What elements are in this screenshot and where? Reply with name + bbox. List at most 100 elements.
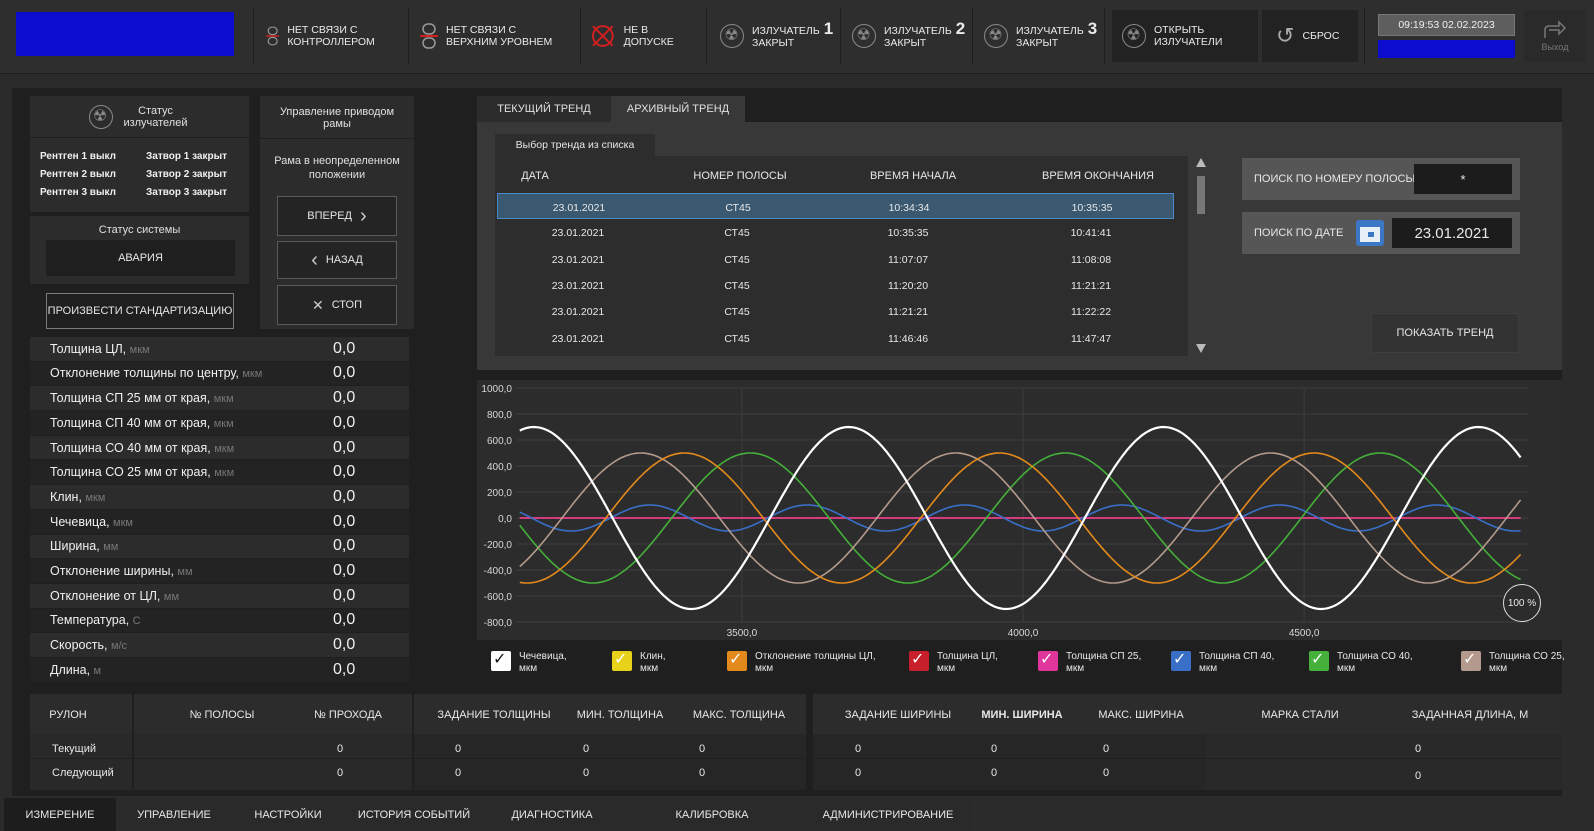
calendar-icon[interactable] bbox=[1356, 220, 1384, 246]
legend-item[interactable]: Толщина ЦЛ,мкм bbox=[909, 650, 998, 675]
col-coil-header: Рулон bbox=[49, 709, 87, 721]
tab-current-trend[interactable]: Текущий тренд bbox=[477, 96, 611, 122]
legend-checkbox[interactable] bbox=[909, 650, 929, 671]
legend-item[interactable]: Толщина СО 25,мкм bbox=[1461, 650, 1565, 675]
trend-table-row[interactable]: 23.01.2021 СТ45 11:07:07 11:08:08 bbox=[497, 246, 1174, 272]
measurement-label: Отклонение толщины по центру, мкм bbox=[50, 366, 263, 381]
trend-table-row[interactable]: 23.01.2021 СТ45 10:35:35 10:41:41 bbox=[497, 219, 1174, 245]
legend-checkbox[interactable] bbox=[612, 650, 632, 671]
coil-cell-w_set: 0 bbox=[854, 743, 862, 755]
system-status-panel: Статус системы АВАРИЯ bbox=[30, 216, 249, 284]
measurement-label: Температура, С bbox=[50, 613, 141, 628]
search-by-date-label: Поиск по дате bbox=[1254, 227, 1344, 239]
emitter-state: закрыт bbox=[752, 37, 795, 49]
forward-button[interactable]: Вперед › bbox=[277, 196, 397, 236]
measurement-label: Толщина ЦЛ, мкм bbox=[50, 341, 150, 356]
bottom-tab[interactable]: Диагностика bbox=[484, 798, 620, 831]
bottom-tab[interactable]: Настройки bbox=[232, 798, 344, 831]
not-admitted-indicator: Не в допуске bbox=[590, 10, 700, 62]
scrollbar-thumb[interactable] bbox=[1197, 176, 1205, 214]
legend-item[interactable]: Толщина СП 40,мкм bbox=[1171, 650, 1274, 675]
trend-table-row[interactable]: 23.01.2021 СТ45 11:46:46 11:47:47 bbox=[497, 325, 1174, 351]
standardize-button[interactable]: Произвести стандартизацию bbox=[46, 293, 234, 329]
trend-table-row[interactable]: 23.01.2021 СТ45 11:21:21 11:22:22 bbox=[497, 298, 1174, 324]
measurement-value: 0,0 bbox=[333, 364, 356, 382]
tab-label: Текущий тренд bbox=[497, 103, 591, 115]
bottom-tab-label: Измерение bbox=[25, 808, 95, 821]
bottom-tab[interactable]: Калибровка bbox=[622, 798, 802, 831]
measurement-unit: мм bbox=[103, 541, 119, 554]
bottom-tab[interactable]: Измерение bbox=[4, 798, 116, 831]
bottom-tab[interactable]: Управление bbox=[118, 798, 230, 831]
bottom-tab[interactable]: История событий bbox=[346, 798, 482, 831]
table-scrollbar[interactable] bbox=[1194, 156, 1208, 356]
measurement-row: Ширина, мм 0,0 bbox=[30, 534, 409, 559]
back-button[interactable]: ‹ Назад bbox=[277, 241, 397, 279]
legend-checkbox[interactable] bbox=[727, 650, 747, 671]
zoom-text: 100 % bbox=[1507, 597, 1537, 609]
coil-cell-len: 0 bbox=[1414, 770, 1422, 782]
open-emitters-button[interactable]: Открыть излучатели bbox=[1112, 10, 1258, 62]
measurement-label: Толщина СО 40 мм от края, мкм bbox=[50, 440, 235, 455]
trend-chart[interactable]: 1000,0 800,0 600,0 400,0 200,0 0,0 -200,0 -400,… bbox=[477, 380, 1562, 640]
legend-checkbox[interactable] bbox=[1171, 650, 1191, 671]
legend-unit: мкм bbox=[1489, 663, 1508, 674]
xray-status: Рентген 3 выкл bbox=[40, 187, 116, 198]
measurement-label: Длина, м bbox=[50, 662, 102, 677]
measurement-unit: мкм bbox=[213, 417, 234, 430]
tab-archive-trend[interactable]: Архивный тренд bbox=[611, 96, 745, 122]
bottom-tab-label: Калибровка bbox=[675, 808, 749, 821]
zoom-indicator[interactable]: 100 % bbox=[1503, 584, 1541, 622]
measurement-unit: м bbox=[93, 664, 102, 677]
row-end: 10:41:41 bbox=[1070, 227, 1112, 240]
scroll-up-arrow-icon[interactable] bbox=[1196, 158, 1206, 167]
trend-table-row[interactable]: 23.01.2021 СТ45 11:20:20 11:21:21 bbox=[497, 272, 1174, 298]
legend-item[interactable]: Толщина СП 25,мкм bbox=[1038, 650, 1141, 675]
measurement-label: Ширина, мм bbox=[50, 539, 119, 554]
y-tick-label: 400,0 bbox=[487, 462, 512, 473]
legend-checkbox[interactable] bbox=[1461, 650, 1481, 671]
emitter-status-row: Рентген 2 выкл Затвор 2 закрыт bbox=[40, 166, 227, 184]
row-end: 11:47:47 bbox=[1070, 332, 1112, 345]
y-tick-label: 600,0 bbox=[487, 436, 512, 447]
reset-button[interactable]: ↺ Сброс bbox=[1262, 10, 1358, 62]
legend-item[interactable]: Толщина СО 40,мкм bbox=[1309, 650, 1413, 675]
radiation-icon bbox=[984, 24, 1008, 48]
bottom-tab-label: Администрирование bbox=[822, 808, 954, 821]
datetime-text: 09:19:53 02.02.2023 bbox=[1398, 19, 1495, 31]
row-date: 23.01.2021 bbox=[551, 279, 605, 292]
row-date: 23.01.2021 bbox=[551, 253, 605, 266]
no-admission-icon bbox=[591, 25, 614, 47]
legend-item[interactable]: Отклонение толщины ЦЛ,мкм bbox=[727, 650, 876, 675]
stop-button[interactable]: ✕ Стоп bbox=[277, 285, 397, 325]
exit-button[interactable]: Выход bbox=[1524, 10, 1586, 62]
legend-checkbox[interactable] bbox=[1038, 650, 1058, 671]
col-thk-min-header: Мин. толщина bbox=[576, 709, 664, 721]
coil-cell-pass: 0 bbox=[336, 767, 344, 779]
bottom-tab[interactable]: Администрирование bbox=[804, 798, 972, 831]
measurement-value: 0,0 bbox=[333, 463, 356, 481]
legend-checkbox[interactable] bbox=[1309, 650, 1329, 671]
top-toolbar: Нет связи с контроллером Нет связи с вер… bbox=[0, 0, 1594, 74]
scroll-down-arrow-icon[interactable] bbox=[1196, 344, 1206, 353]
measurement-value: 0,0 bbox=[333, 562, 356, 580]
search-strip-input[interactable]: * bbox=[1414, 164, 1512, 194]
coil-cell-thk_set: 0 bbox=[454, 743, 462, 755]
row-date: 23.01.2021 bbox=[552, 202, 606, 214]
legend-label: Толщина СО 40, bbox=[1337, 651, 1413, 662]
show-trend-button[interactable]: Показать тренд bbox=[1371, 313, 1519, 353]
measurement-value: 0,0 bbox=[333, 487, 356, 505]
search-date-input[interactable]: 23.01.2021 bbox=[1392, 218, 1512, 248]
y-tick-label: 1000,0 bbox=[481, 384, 512, 395]
legend-item[interactable]: Клин,мкм bbox=[612, 650, 666, 675]
emitter-status-row: Рентген 3 выкл Затвор 3 закрыт bbox=[40, 184, 227, 202]
measurement-value: 0,0 bbox=[333, 636, 356, 654]
trend-table-row[interactable]: 23.01.2021 СТ45 10:34:34 10:35:35 bbox=[497, 193, 1174, 219]
measurement-value: 0,0 bbox=[333, 537, 356, 555]
row-date: 23.01.2021 bbox=[551, 306, 605, 319]
row-date: 23.01.2021 bbox=[551, 227, 605, 240]
not-admitted-label: Не в допуске bbox=[623, 24, 674, 48]
measurement-unit: мкм bbox=[129, 343, 150, 356]
legend-item[interactable]: Чечевица,мкм bbox=[491, 650, 567, 675]
legend-checkbox[interactable] bbox=[491, 650, 511, 671]
